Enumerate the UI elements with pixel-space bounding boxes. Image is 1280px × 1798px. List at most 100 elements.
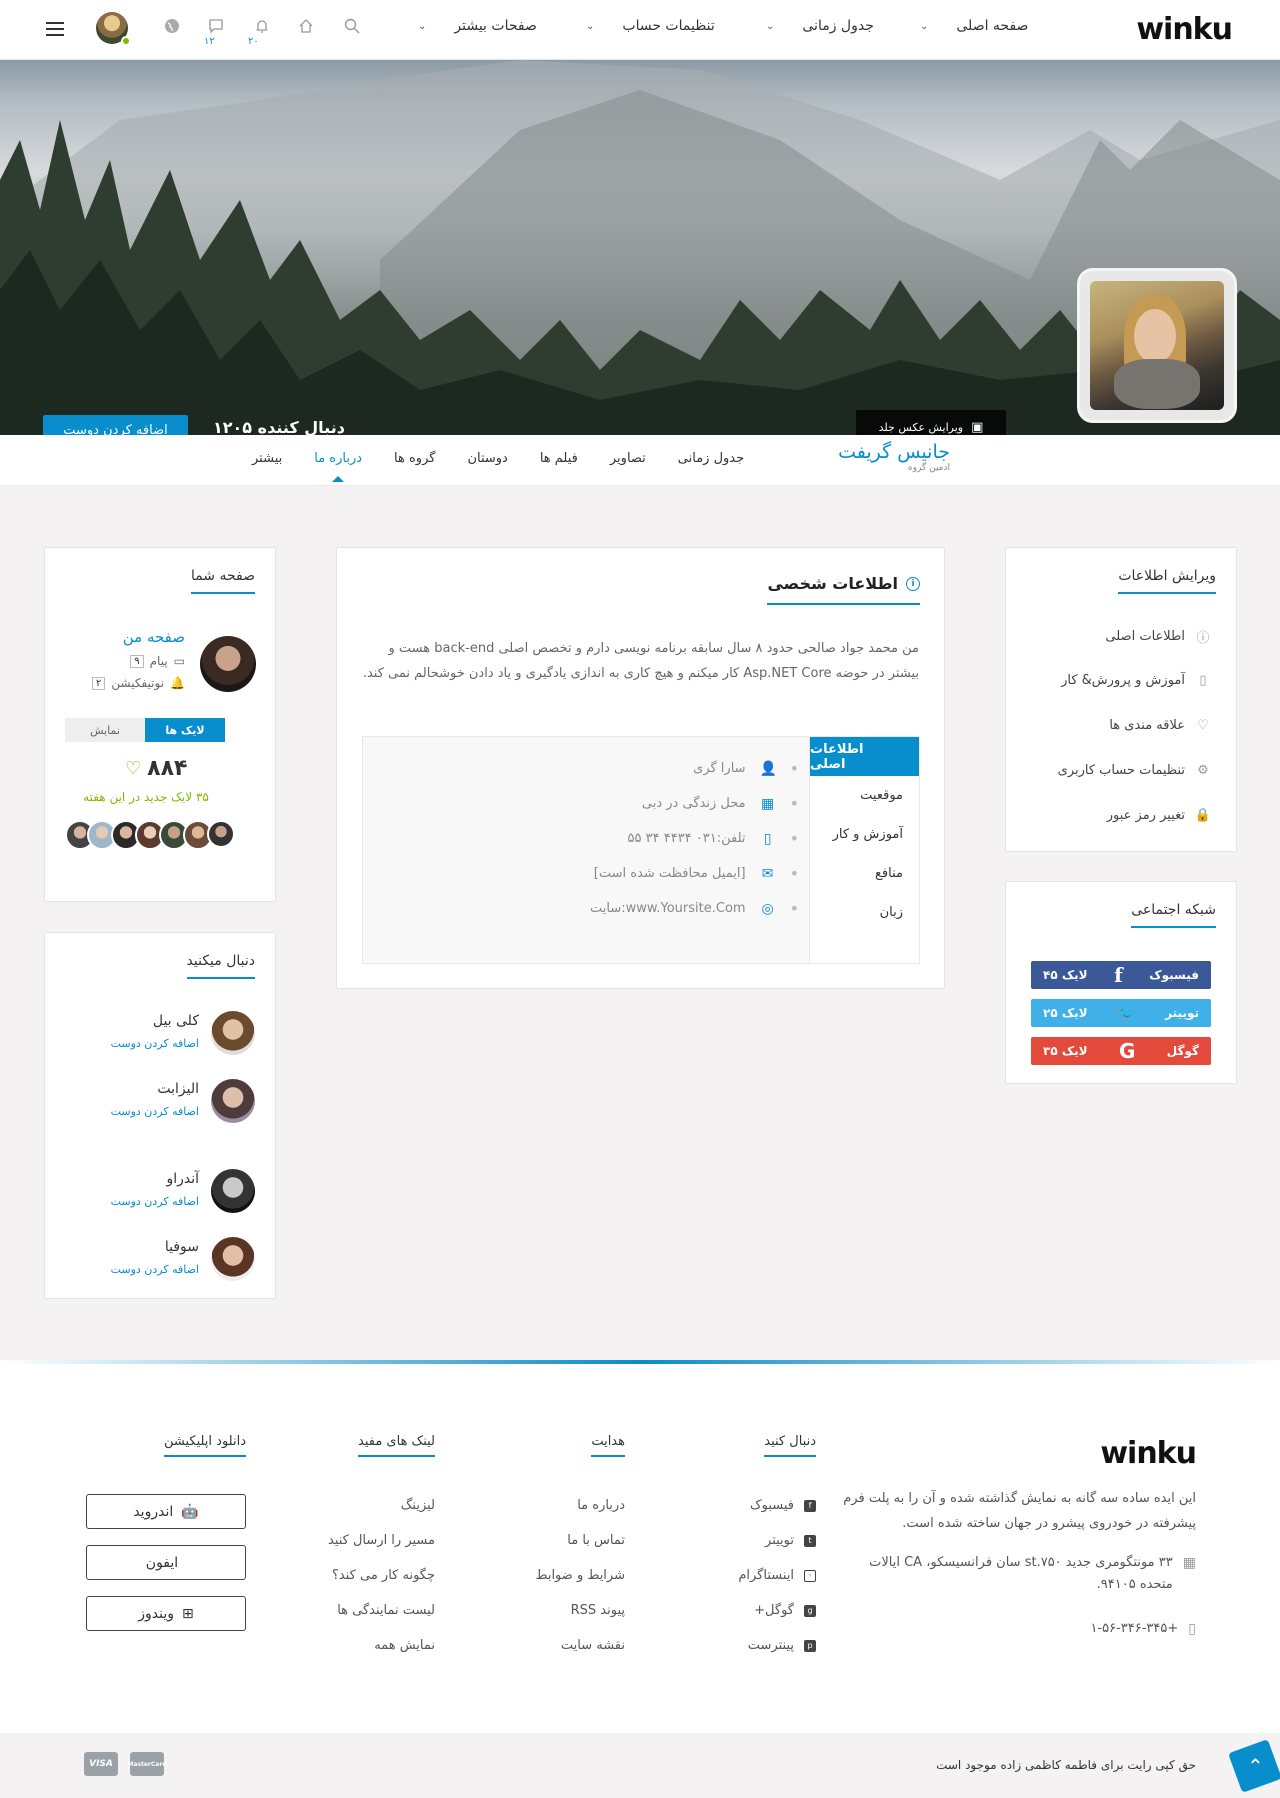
info-tab-location[interactable]: موقعیت — [810, 776, 919, 815]
follower-name[interactable]: الیزابت — [157, 1081, 199, 1097]
network-name: توییتر — [1165, 1006, 1199, 1020]
liker-avatars — [65, 820, 235, 850]
chevron-down-icon: ⌄ — [920, 20, 929, 32]
profile-picture[interactable] — [1077, 268, 1237, 423]
my-page-link[interactable]: صفحه من — [123, 628, 185, 646]
add-friend-link[interactable]: اضافه کردن دوست — [111, 1105, 199, 1118]
follower-name[interactable]: آندراو — [166, 1171, 199, 1187]
footer-google-link[interactable]: g گوگل+ — [754, 1603, 816, 1618]
home-icon[interactable] — [294, 14, 318, 38]
footer-nav-link[interactable]: درباره ما — [577, 1498, 625, 1513]
tab-videos[interactable]: فیلم ها — [524, 451, 594, 466]
tab-photos[interactable]: تصاویر — [594, 451, 662, 466]
footer-nav-link[interactable]: نقشه سایت — [561, 1638, 625, 1653]
messages-stat[interactable]: ▭ پیام ۹ — [130, 654, 185, 668]
footer-nav-link[interactable]: پیوند RSS — [571, 1603, 625, 1618]
bell-icon: 🔔 — [170, 676, 185, 690]
info-tab-work[interactable]: آموزش و کار — [810, 815, 919, 854]
info-tab-language[interactable]: زبان — [810, 893, 919, 932]
footer-useful-link[interactable]: نمایش همه — [374, 1638, 435, 1653]
bullet: • — [789, 794, 799, 813]
bullet: • — [789, 829, 799, 848]
add-friend-link[interactable]: اضافه کردن دوست — [111, 1263, 199, 1276]
chevron-down-icon: ⌄ — [766, 20, 775, 32]
nav-home[interactable]: ⌄ صفحه اصلی — [920, 18, 1028, 34]
footer-facebook-link[interactable]: f فیسبوک — [750, 1498, 816, 1513]
nav-timeline[interactable]: ⌄ جدول زمانی — [766, 18, 874, 34]
info-row-name: سارا گری 👤 • — [379, 751, 799, 786]
iphone-app-button[interactable]: ایفون — [86, 1545, 246, 1580]
row-text[interactable]: سایت:www.Yoursite.Com — [590, 901, 746, 916]
info-row-email: [ایمیل محافظت شده است] ✉ • — [379, 856, 799, 891]
useful-links-title: لینک های مفید — [358, 1434, 435, 1457]
row-text[interactable]: [ایمیل محافظت شده است] — [594, 866, 746, 881]
follower-name[interactable]: کلی بیل — [153, 1013, 199, 1029]
footer-nav-link[interactable]: شرایط و ضوابط — [535, 1568, 625, 1583]
avatar[interactable] — [211, 1079, 255, 1123]
facebook-button[interactable]: ۴۵ لایک f فیسبوک — [1031, 961, 1211, 989]
edit-basic-info[interactable]: ⓘ اطلاعات اصلی — [1105, 628, 1211, 646]
info-tab-interests[interactable]: منافع — [810, 854, 919, 893]
stat-count: ۲ — [92, 676, 106, 690]
android-app-button[interactable]: اندروید 🤖 — [86, 1494, 246, 1529]
mouse-icon: ▯ — [1199, 672, 1207, 688]
nav-account-settings[interactable]: ⌄ تنظیمات حساب — [586, 18, 715, 34]
navigation-title: هدایت — [591, 1434, 625, 1457]
tab-more[interactable]: بیشتر — [236, 451, 298, 466]
edit-interests[interactable]: ♡ علاقه مندی ها — [1109, 717, 1211, 733]
edit-account-settings[interactable]: ⚙ تنظیمات حساب کاربری — [1058, 762, 1211, 778]
windows-app-button[interactable]: ویندوز ⊞ — [86, 1596, 246, 1631]
footer-twitter-link[interactable]: t توییتر — [765, 1533, 816, 1548]
add-friend-button[interactable]: اضافه کردن دوست — [43, 415, 188, 435]
search-icon[interactable] — [340, 14, 364, 38]
globe-icon[interactable] — [160, 14, 184, 38]
likes-count: ۴۵ لایک — [1043, 968, 1088, 982]
twitter-icon: 🐦 — [1117, 1004, 1136, 1022]
edit-cover-button[interactable]: ویرایش عکس جلد ▣ — [856, 410, 1006, 435]
footer-useful-link[interactable]: لیزینگ — [401, 1498, 435, 1513]
gear-icon: ⚙ — [1197, 762, 1209, 778]
edit-education-work[interactable]: ▯ آموزش و پرورش& کار — [1061, 672, 1211, 688]
footer-logo[interactable]: winku — [1100, 1436, 1197, 1471]
toggle-likes[interactable]: لایک ها — [145, 718, 225, 742]
nav-more-pages[interactable]: ⌄ صفحات بیشتر — [418, 18, 537, 34]
profile-name[interactable]: جانیس گریفت — [838, 441, 950, 463]
avatar[interactable] — [211, 1169, 255, 1213]
tab-about[interactable]: درباره ما — [298, 451, 378, 482]
footer-instagram-link[interactable]: ◦ اینستاگرام — [738, 1568, 816, 1583]
profile-role: ادمین گروه — [907, 463, 950, 473]
info-tab-basic[interactable]: اطلاعات اصلی — [810, 737, 919, 776]
change-password[interactable]: 🔒 تغییر رمز عبور — [1107, 807, 1211, 823]
notifications-stat[interactable]: 🔔 نوتیفکیشن ۲ — [92, 676, 185, 690]
footer-useful-link[interactable]: چگونه کار می کند؟ — [332, 1568, 435, 1583]
scroll-top-button[interactable]: ⌃ — [1228, 1739, 1280, 1793]
likes-views-toggle: لایک ها نمایش — [65, 718, 225, 742]
footer-nav-link[interactable]: تماس با ما — [567, 1533, 625, 1548]
add-friend-link[interactable]: اضافه کردن دوست — [111, 1195, 199, 1208]
footer-pinterest-link[interactable]: p پینترست — [748, 1638, 816, 1653]
avatar[interactable] — [200, 636, 256, 692]
avatar[interactable] — [211, 1011, 255, 1055]
liker-avatar[interactable] — [207, 820, 235, 848]
widget-title: شبکه اجتماعی — [1131, 902, 1216, 928]
tab-timeline[interactable]: جدول زمانی — [662, 451, 760, 466]
google-button[interactable]: ۳۵ لایک G گوگل — [1031, 1037, 1211, 1065]
tab-friends[interactable]: دوستان — [451, 451, 523, 466]
bell-icon[interactable] — [250, 14, 274, 38]
footer-useful-link[interactable]: لیست نمایندگی ها — [337, 1603, 435, 1618]
twitter-button[interactable]: ۲۵ لایک 🐦 توییتر — [1031, 999, 1211, 1027]
chat-icon[interactable] — [204, 14, 228, 38]
menu-icon[interactable] — [46, 22, 64, 36]
likes-number: ۸۸۴ — [147, 756, 188, 781]
toggle-views[interactable]: نمایش — [65, 718, 145, 742]
avatar[interactable] — [211, 1237, 255, 1281]
logo[interactable]: winku — [1136, 12, 1233, 47]
info-box: اطلاعات اصلی موقعیت آموزش و کار منافع زب… — [362, 736, 920, 964]
footer-useful-link[interactable]: مسیر را ارسال کنید — [328, 1533, 435, 1548]
user-avatar[interactable] — [96, 12, 131, 46]
phone-text: +۱-۵۶-۳۴۶-۳۴۵ — [1090, 1621, 1179, 1636]
widget-title: ویرایش اطلاعات — [1118, 568, 1216, 594]
tab-groups[interactable]: گروه ها — [378, 451, 451, 466]
add-friend-link[interactable]: اضافه کردن دوست — [111, 1037, 199, 1050]
follower-name[interactable]: سوفیا — [165, 1239, 199, 1255]
